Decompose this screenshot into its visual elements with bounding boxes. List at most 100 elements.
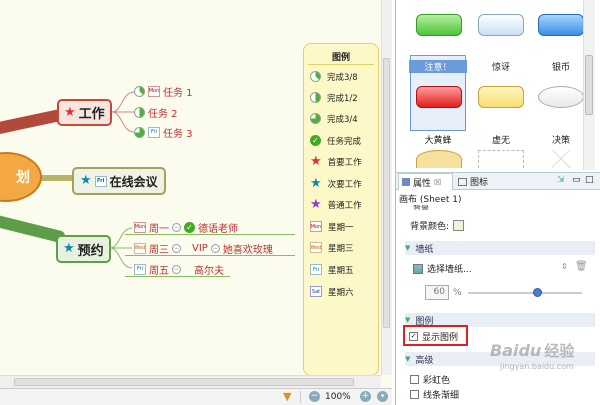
wallpaper-select[interactable]: 选择墙纸... xyxy=(427,262,472,275)
central-topic-label: 划 xyxy=(16,170,30,186)
progress-icon xyxy=(134,106,145,118)
collapse-icon: ▼ xyxy=(405,355,411,363)
watermark-url: jingyan.baidu.com xyxy=(500,362,574,371)
baidu-watermark: Baidu 经验 xyxy=(490,340,574,361)
progress-icon xyxy=(134,126,145,138)
legend-item-label: 完成1/2 xyxy=(327,93,358,104)
legend-panel[interactable]: 图例 完成3/8 完成1/2 完成3/4 ✓ 任务完成 ★ 首要工作 ★ 次要工作 ★… xyxy=(303,43,379,376)
detail-label: 德语老师 xyxy=(198,223,238,235)
style-swatch-lightblue[interactable] xyxy=(478,14,524,36)
topic-work-label: 工作 xyxy=(78,107,105,122)
rainbow-checkbox[interactable]: 彩虹色 xyxy=(410,373,450,386)
priority-2-star-icon: ★ xyxy=(80,173,92,188)
progress-1-2-icon xyxy=(310,92,321,103)
central-topic[interactable]: 划 xyxy=(0,152,42,202)
baidu-logo-text: Baidu xyxy=(490,341,542,360)
friday-tag-icon: Fri xyxy=(134,263,146,275)
style-swatch-attention[interactable] xyxy=(416,86,462,108)
friday-tag-icon: Fri xyxy=(94,175,107,187)
filter-icon[interactable]: ▼ xyxy=(283,390,291,403)
expand-icon[interactable]: − xyxy=(172,264,181,274)
stepper-icon[interactable]: ⇕ xyxy=(561,262,568,271)
legend-item: ✓ 任务完成 xyxy=(310,133,361,148)
delete-icon[interactable]: 🗑 xyxy=(575,261,588,272)
subtopic-label: 任务 2 xyxy=(148,108,178,120)
style-swatch-bumblebee[interactable] xyxy=(416,150,462,168)
show-legend-checkbox[interactable]: ✓ 显示图例 xyxy=(409,330,458,343)
divider xyxy=(308,64,374,65)
properties-title: 画布 (Sheet 1) xyxy=(399,195,462,205)
tab-properties[interactable]: 属性 ☒ xyxy=(398,173,453,190)
legend-item: Sat 星期六 xyxy=(310,284,354,299)
style-label: 惊讶 xyxy=(491,63,510,73)
opacity-input[interactable]: 60 xyxy=(425,285,449,300)
subtopic-task-2[interactable]: 任务 2 xyxy=(134,105,178,120)
opacity-slider-thumb[interactable] xyxy=(533,288,542,297)
style-gallery[interactable]: 注意！ 惊讶 银币 大黄蜂 虚无 决策 xyxy=(398,0,596,170)
subtopic-task-1[interactable]: Mon 任务 1 xyxy=(134,84,193,99)
wednesday-tag-icon: Wed xyxy=(310,242,322,253)
legend-item: Mon 星期一 xyxy=(310,219,354,234)
legend-item-label: 星期六 xyxy=(328,287,354,298)
work-connector xyxy=(112,91,135,133)
wallpaper-icon xyxy=(413,263,423,274)
vertical-scroll-thumb[interactable] xyxy=(383,58,390,328)
topic-appt-label: 预约 xyxy=(77,243,104,259)
minimize-icon[interactable]: ▭ xyxy=(572,175,581,185)
style-swatch-surprise[interactable] xyxy=(478,86,524,108)
maximize-icon[interactable]: □ xyxy=(585,175,594,185)
tab-label: 属性 xyxy=(413,178,432,189)
jingyan-text: 经验 xyxy=(544,342,575,360)
horizontal-scroll-thumb[interactable] xyxy=(14,378,354,386)
opacity-slider-track[interactable] xyxy=(468,292,582,294)
monday-tag-icon: Mon xyxy=(134,221,146,233)
style-swatch-void[interactable] xyxy=(478,150,524,168)
subtopic-task-3[interactable]: Fri 任务 3 xyxy=(134,125,193,140)
gallery-scroll-thumb[interactable] xyxy=(585,55,593,115)
checkbox-icon[interactable] xyxy=(410,390,419,399)
section-label: 墙纸 xyxy=(415,244,434,255)
legend-item: 完成3/4 xyxy=(310,111,358,126)
subtopic-label: 任务 3 xyxy=(163,128,193,140)
subtopic-monday[interactable]: Mon 周一 − ✓ 德语老师 xyxy=(134,220,238,235)
expand-icon[interactable]: − xyxy=(172,222,181,232)
topic-work[interactable]: ★ 工作 xyxy=(57,99,112,126)
style-swatch-silver[interactable] xyxy=(538,86,584,108)
legend-item: ★ 首要工作 xyxy=(310,154,362,169)
wallpaper-section-header[interactable]: ▼ 墙纸 xyxy=(405,241,595,255)
checkbox-icon[interactable] xyxy=(410,375,419,384)
bg-color-picker[interactable] xyxy=(453,220,465,231)
divider xyxy=(300,391,301,403)
legend-item-label: 星期五 xyxy=(328,265,354,276)
expand-icon[interactable]: − xyxy=(172,243,181,253)
pin-icon[interactable]: ⇲ xyxy=(557,175,565,185)
zoom-in-icon[interactable]: + xyxy=(360,391,371,402)
friday-tag-icon: Fri xyxy=(310,264,322,275)
legend-item-label: 星期一 xyxy=(328,222,354,233)
tab-icons[interactable]: 图标 xyxy=(458,173,506,190)
horizontal-scrollbar[interactable] xyxy=(0,375,381,388)
topic-online-meeting[interactable]: ★ Fri 在线会议 xyxy=(72,167,166,195)
style-swatch-blue[interactable] xyxy=(538,14,584,36)
priority-3-star-icon: ★ xyxy=(310,196,322,212)
topic-appointment[interactable]: ★ 预约 xyxy=(56,235,111,263)
expand-icon[interactable]: − xyxy=(210,243,220,253)
tapered-checkbox[interactable]: 线条渐细 xyxy=(410,388,459,401)
wallpaper-row[interactable]: 选择墙纸... xyxy=(413,262,472,275)
tab-label: 图标 xyxy=(470,178,489,188)
legend-item-label: 完成3/8 xyxy=(327,72,358,83)
subtopic-wednesday[interactable]: Wed 周三 − VIP − 她喜欢玫瑰 xyxy=(134,241,273,256)
style-swatch-decision[interactable] xyxy=(538,150,584,168)
checkbox-checked-icon[interactable]: ✓ xyxy=(409,332,418,341)
subtopic-label: 周五 xyxy=(149,265,169,277)
zoom-out-icon[interactable]: − xyxy=(309,391,320,402)
close-icon[interactable]: ☒ xyxy=(434,178,441,187)
style-label: 虚无 xyxy=(491,136,510,146)
legend-item: 完成1/2 xyxy=(310,90,358,105)
status-bar: ▼ − 100% + ▾ xyxy=(0,388,392,405)
style-swatch-green[interactable] xyxy=(416,14,462,36)
style-label: 银币 xyxy=(551,63,570,73)
subtopic-friday[interactable]: Fri 周五 − 高尔夫 xyxy=(134,262,224,277)
saturday-tag-icon: Sat xyxy=(310,286,322,297)
zoom-menu-icon[interactable]: ▾ xyxy=(377,391,388,402)
